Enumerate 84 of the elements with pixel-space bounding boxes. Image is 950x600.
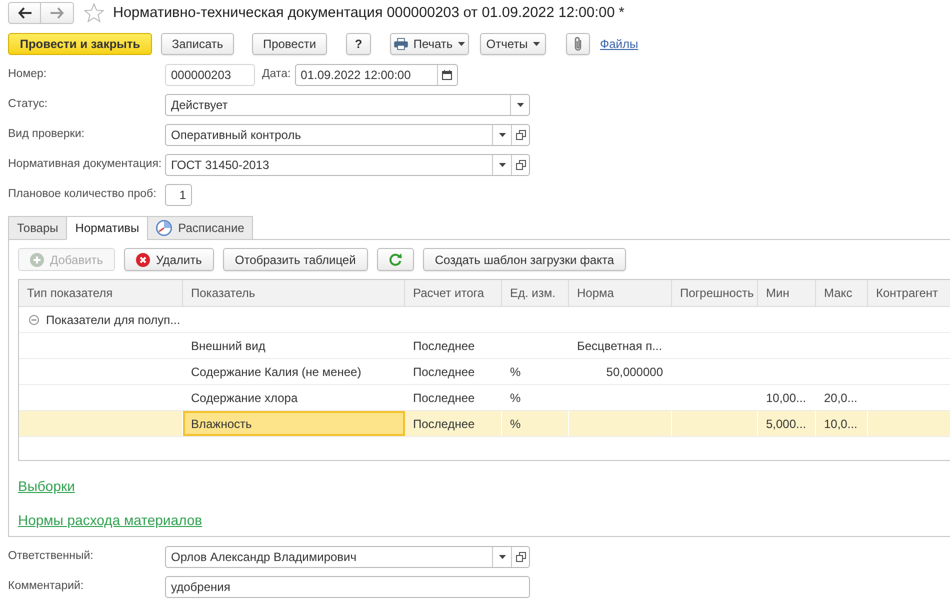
caret-icon	[516, 103, 524, 107]
column-header[interactable]: Расчет итога	[405, 280, 502, 306]
column-header[interactable]: Тип показателя	[19, 280, 183, 306]
field-label: Плановое количество проб:	[8, 187, 158, 202]
field-label: Статус:	[8, 97, 49, 112]
date-field[interactable]: 01.09.2022 12:00:00	[294, 64, 458, 86]
table-cell: Последнее	[405, 359, 502, 384]
column-header[interactable]: Погрешность	[672, 280, 758, 306]
print-menu-button[interactable]: Печать	[390, 33, 469, 55]
table-cell: Последнее	[405, 385, 502, 410]
table-cell: Последнее	[405, 333, 502, 358]
post-button[interactable]: Провести	[252, 33, 327, 55]
delete-button[interactable]: Удалить	[124, 248, 214, 271]
field-label: Дата:	[262, 67, 291, 82]
open-button[interactable]	[511, 547, 529, 567]
select-field[interactable]: ГОСТ 31450-2013	[165, 154, 530, 176]
field-label: Ответственный:	[8, 549, 94, 564]
caret-icon	[498, 555, 506, 559]
tab[interactable]: Нормативы	[66, 216, 148, 240]
open-icon	[516, 130, 526, 140]
field-label: Нормативная документация:	[8, 157, 163, 172]
table-cell: 50,000000	[569, 359, 672, 384]
toolbar-button[interactable]: Отобразить таблицей	[222, 248, 368, 271]
forward-arrow-icon	[50, 7, 64, 19]
field-label: Номер:	[8, 67, 48, 82]
column-header[interactable]: Показатель	[183, 280, 405, 306]
select-field[interactable]: Орлов Александр Владимирович	[165, 546, 530, 568]
column-header[interactable]: Ед. изм.	[502, 280, 569, 306]
select-field[interactable]: Оперативный контроль	[165, 124, 530, 146]
toolbar-button[interactable]: Создать шаблон загрузки факта	[422, 248, 626, 271]
table-cell: %	[502, 359, 569, 384]
dropdown-field[interactable]: Действует	[165, 94, 530, 116]
table-cell: 20,0...	[816, 385, 868, 410]
help-button[interactable]: ?	[346, 33, 371, 55]
open-button[interactable]	[511, 155, 529, 175]
open-icon	[516, 160, 526, 170]
tab[interactable]: Товары	[8, 216, 68, 240]
caret-icon	[532, 42, 540, 46]
save-button[interactable]: Записать	[161, 33, 234, 55]
back-arrow-icon	[18, 7, 32, 19]
refresh-icon	[388, 253, 402, 266]
table-cell: %	[502, 411, 569, 436]
open-icon	[516, 552, 526, 562]
column-header[interactable]: Макс	[816, 280, 868, 306]
reports-menu-button[interactable]: Отчеты	[480, 33, 546, 55]
number-field[interactable]: 1	[165, 184, 192, 206]
table-cell: 5,000...	[758, 411, 816, 436]
calendar-icon	[442, 70, 452, 80]
collapse-icon[interactable]	[29, 314, 39, 324]
files-link[interactable]: Файлы	[600, 35, 638, 53]
star-icon[interactable]	[84, 3, 104, 23]
table-cell: Внешний вид	[183, 333, 405, 358]
table-cell: 10,0...	[816, 411, 868, 436]
open-button[interactable]	[511, 125, 529, 145]
table-row[interactable]: Влажность Последнее % 5,000... 10,0...	[19, 411, 950, 437]
table-cell: Бесцветная п...	[569, 333, 672, 358]
plus-icon	[30, 252, 44, 266]
text-field[interactable]: удобрения	[165, 576, 530, 598]
caret-icon	[498, 133, 506, 137]
paperclip-icon	[573, 36, 583, 52]
field-label: Вид проверки:	[8, 127, 86, 142]
column-header[interactable]: Мин	[758, 280, 816, 306]
attach-button[interactable]	[566, 33, 590, 55]
table-cell: Влажность	[183, 411, 405, 436]
printer-icon	[394, 38, 408, 50]
tab[interactable]: Расписание	[147, 216, 254, 240]
table-cell: Содержание хлора	[183, 385, 405, 410]
number-field[interactable]: 000000203	[165, 64, 255, 86]
column-header[interactable]: Норма	[569, 280, 672, 306]
delete-icon	[136, 252, 150, 266]
refresh-button[interactable]	[376, 248, 414, 271]
field-label: Комментарий:	[8, 579, 85, 594]
table-cell: %	[502, 385, 569, 410]
caret-icon	[458, 42, 465, 46]
clock-icon	[156, 220, 172, 236]
window-title: Нормативно-техническая документация 000000203 от 01.09.2022 12:00:00 *	[113, 4, 624, 23]
column-header[interactable]: Контрагент	[868, 280, 950, 306]
back-button[interactable]	[8, 2, 41, 24]
caret-icon	[498, 163, 506, 167]
post-and-close-button[interactable]: Провести и закрыть	[8, 33, 152, 55]
group-label: Показатели для полуп...	[46, 312, 180, 328]
table-cell: 10,00...	[758, 385, 816, 410]
table-cell: Содержание Калия (не менее)	[183, 359, 405, 384]
table-cell: Последнее	[405, 411, 502, 436]
